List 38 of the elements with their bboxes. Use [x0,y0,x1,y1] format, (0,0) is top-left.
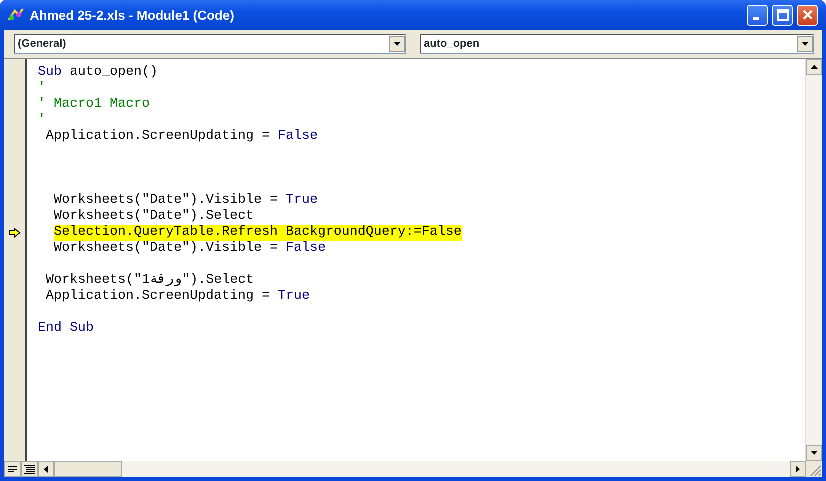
code-line: Worksheets("ورقة1").Select [46,273,254,289]
window-title: Ahmed 25-2.xls - Module1 (Code) [30,8,234,22]
minimize-button[interactable] [747,4,768,26]
procedure-view-button[interactable] [4,461,21,477]
horizontal-scrollbar[interactable] [38,461,806,477]
code-line: Worksheets("Date").Select [54,209,254,225]
scroll-down-button[interactable] [806,445,822,461]
code-line: Sub auto_open() [38,65,158,81]
close-icon [802,9,814,21]
scroll-left-button[interactable] [38,461,54,477]
code-line: Application.ScreenUpdating = False [46,129,318,145]
maximize-button[interactable] [772,4,793,26]
maximize-icon [776,9,788,21]
code-line: ' Macro1 Macro [38,97,150,113]
object-dropdown[interactable]: (General) [14,34,406,54]
left-arrow-icon [44,466,48,472]
code-line: ' [38,113,46,129]
caret-icon [394,42,400,46]
code-line: ' [38,81,46,97]
vba-icon [7,7,25,23]
scroll-right-button[interactable] [790,461,806,477]
scroll-thumb[interactable] [54,461,122,477]
caret-icon [802,42,808,46]
full-module-view-button[interactable] [21,461,38,477]
code-line: Application.ScreenUpdating = True [46,289,310,305]
procedure-dropdown[interactable]: auto_open [420,34,814,54]
close-button[interactable] [797,4,818,26]
up-arrow-icon [810,65,818,69]
scroll-up-button[interactable] [806,59,822,75]
lines-icon [24,464,35,474]
right-arrow-icon [796,466,800,472]
minimize-icon [752,17,758,20]
code-line: Worksheets("Date").Visible = True [54,193,318,209]
lines-icon [8,466,17,472]
vertical-scrollbar[interactable] [805,59,822,461]
code-line: Worksheets("Date").Visible = False [54,241,326,257]
code-line: End Sub [38,321,94,337]
down-arrow-icon [810,451,818,455]
